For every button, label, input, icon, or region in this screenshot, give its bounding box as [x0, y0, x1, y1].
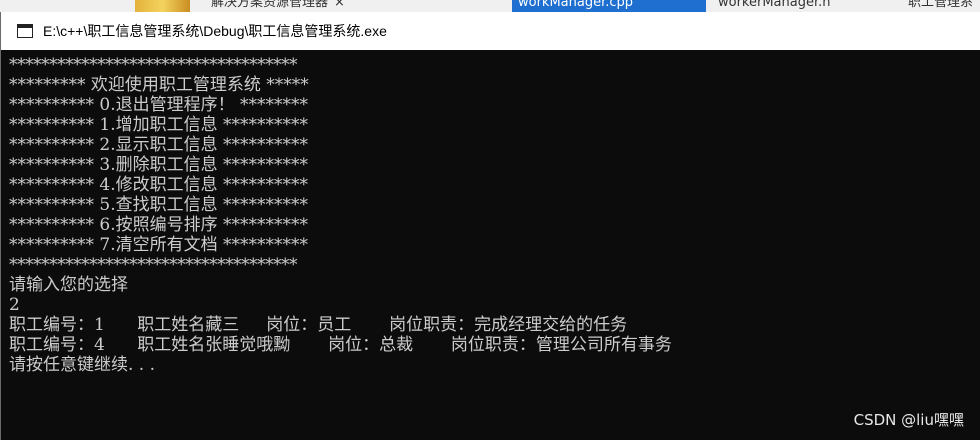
console-line-menu-4: ********** 4.修改职工信息 ********** [9, 175, 309, 195]
console-output[interactable]: ************************************ ***… [9, 55, 980, 440]
close-icon[interactable]: × [334, 0, 345, 12]
console-line-menu-1: ********** 1.增加职工信息 ********** [9, 115, 309, 135]
console-line-menu-0: ********** 0.退出管理程序！ ******** [9, 95, 309, 115]
background-ide-tabstrip: 解决方案资源管理器 × workManager.cpp workerManager… [0, 0, 980, 12]
tab-label: 解决方案资源管理器 [211, 0, 329, 10]
console-line-menu-5: ********** 5.查找职工信息 ********** [9, 195, 309, 215]
console-line-menu-3: ********** 3.删除职工信息 ********** [9, 155, 309, 175]
tab-label: workManager.cpp [518, 0, 634, 10]
background-tab-workermanager-h[interactable]: workerManager.h [712, 0, 894, 12]
console-line-user-input: 2 [9, 295, 20, 315]
console-line-worker-record: 职工编号：4 职工姓名张睡觉哦黝 岗位：总裁 岗位职责：管理公司所有事务 [9, 335, 672, 355]
background-thumbnail [135, 0, 190, 12]
console-line-continue: 请按任意键继续. . . [9, 355, 156, 375]
tab-label: 职工管理系 [908, 0, 974, 10]
console-line-prompt: 请输入您的选择 [9, 275, 128, 295]
console-line-border-bottom: ************************************ [9, 255, 298, 275]
console-line-border-top: ************************************ [9, 55, 298, 75]
screenshot-root: 解决方案资源管理器 × workManager.cpp workerManager… [0, 0, 980, 440]
console-line-menu-6: ********** 6.按照编号排序 ********** [9, 215, 309, 235]
console-app-icon [17, 24, 33, 38]
watermark: CSDN @liu嘿嘿 [853, 411, 964, 429]
console-window[interactable]: E:\c++\职工信息管理系统\Debug\职工信息管理系统.exe *****… [0, 12, 980, 440]
console-line-menu-7: ********** 7.清空所有文档 ********** [9, 235, 309, 255]
window-title: E:\c++\职工信息管理系统\Debug\职工信息管理系统.exe [43, 23, 387, 39]
background-tab-solution-explorer[interactable]: 解决方案资源管理器 × [205, 0, 351, 12]
background-tab-workmanager-cpp[interactable]: workManager.cpp [512, 0, 706, 12]
console-line-welcome: ********* 欢迎使用职工管理系统 ***** [9, 75, 309, 95]
window-titlebar[interactable]: E:\c++\职工信息管理系统\Debug\职工信息管理系统.exe [1, 12, 980, 50]
console-line-worker-record: 职工编号：1 职工姓名藏三 岗位：员工 岗位职责：完成经理交给的任务 [9, 315, 628, 335]
console-line-menu-2: ********** 2.显示职工信息 ********** [9, 135, 309, 155]
tab-label: workerManager.h [718, 0, 831, 10]
background-tab-system[interactable]: 职工管理系 [902, 0, 980, 12]
